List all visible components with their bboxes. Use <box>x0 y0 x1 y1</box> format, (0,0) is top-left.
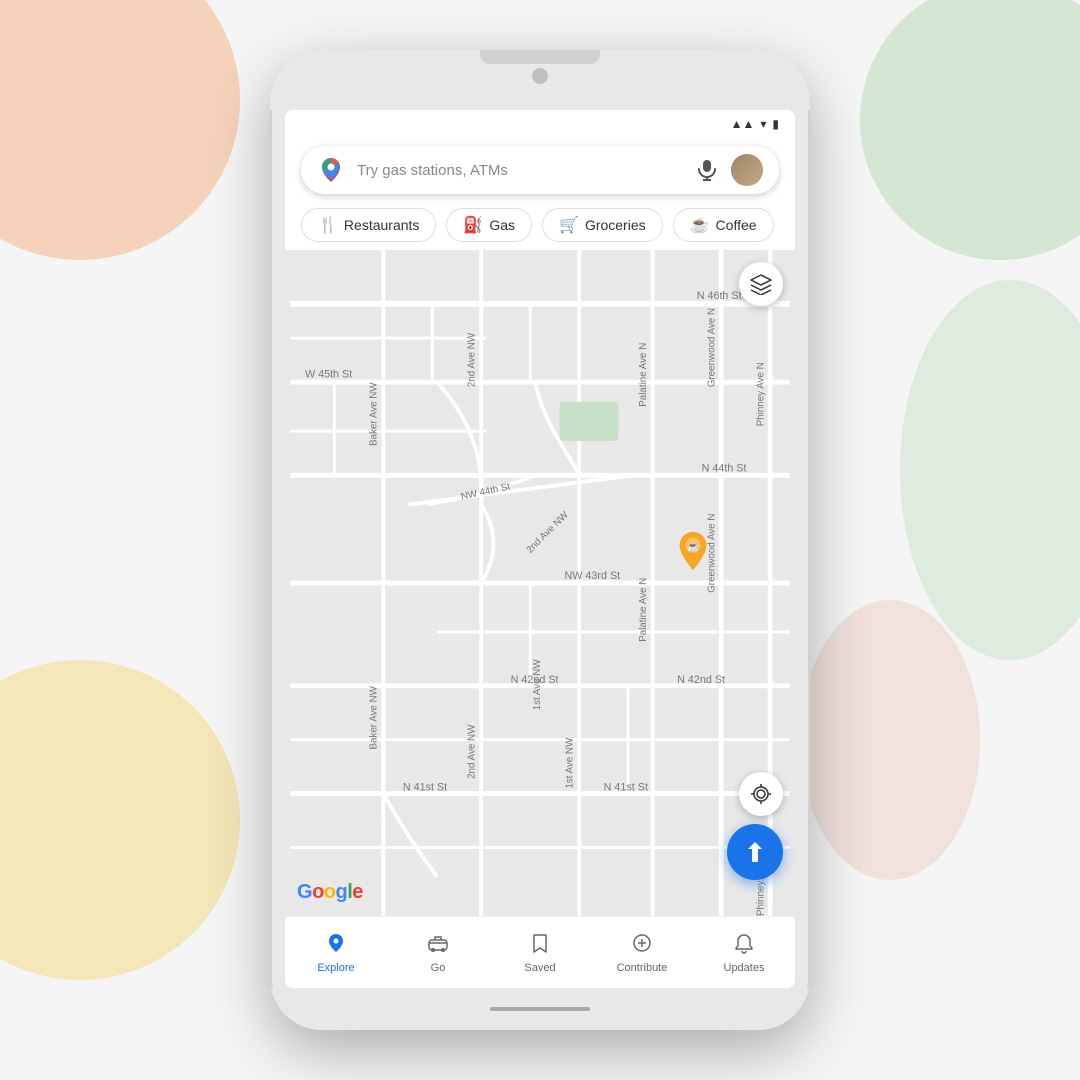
svg-text:Baker Ave NW: Baker Ave NW <box>368 382 379 446</box>
svg-text:Phinney Ave N: Phinney Ave N <box>755 362 766 426</box>
go-icon <box>427 932 449 960</box>
go-label: Go <box>431 962 446 974</box>
svg-text:W 45th St: W 45th St <box>305 368 352 380</box>
phone-camera <box>532 68 548 84</box>
search-input-container[interactable]: Try gas stations, ATMs <box>301 146 779 194</box>
svg-text:2nd Ave NW: 2nd Ave NW <box>466 332 477 387</box>
map-area[interactable]: N 46th St W 45th St N 44th St NW 44th St… <box>285 250 795 916</box>
filter-chip-coffee[interactable]: ☕ Coffee <box>673 208 774 242</box>
coffee-pin[interactable]: ☕ <box>675 530 711 572</box>
updates-label: Updates <box>724 962 765 974</box>
battery-icon: ▮ <box>772 117 779 131</box>
gas-label: Gas <box>489 217 515 233</box>
phone-notch <box>480 50 600 64</box>
bg-blob-orange <box>0 0 240 260</box>
phone-frame: ▲▲ ▾ ▮ <box>270 50 810 1030</box>
google-o-red: o <box>312 881 324 903</box>
mic-icon[interactable] <box>695 158 719 182</box>
user-avatar[interactable] <box>731 154 763 186</box>
google-e-red: e <box>352 881 363 903</box>
coffee-label: Coffee <box>716 217 757 233</box>
location-icon <box>750 783 772 805</box>
pin-svg: ☕ <box>675 530 711 572</box>
filter-chip-groceries[interactable]: 🛒 Groceries <box>542 208 663 242</box>
signal-icon: ▲▲ <box>731 117 755 131</box>
groceries-label: Groceries <box>585 217 646 233</box>
directions-button[interactable] <box>727 824 783 880</box>
svg-text:1st Ave NW: 1st Ave NW <box>532 659 543 711</box>
svg-text:NW 43rd St: NW 43rd St <box>564 570 620 582</box>
svg-text:☕: ☕ <box>686 540 699 553</box>
phone-screen: ▲▲ ▾ ▮ <box>285 110 795 988</box>
directions-icon <box>743 840 767 864</box>
filter-row: 🍴 Restaurants ⛽ Gas 🛒 Groceries ☕ Coffee <box>285 202 795 250</box>
contribute-icon <box>631 932 653 960</box>
svg-text:Baker Ave NW: Baker Ave NW <box>368 685 379 749</box>
google-maps-logo <box>317 156 345 184</box>
svg-text:1st Ave NW: 1st Ave NW <box>564 737 575 789</box>
restaurants-icon: 🍴 <box>318 215 338 235</box>
status-icons: ▲▲ ▾ ▮ <box>731 117 779 131</box>
updates-icon <box>733 932 755 960</box>
search-bar: Try gas stations, ATMs <box>285 138 795 202</box>
explore-label: Explore <box>317 962 354 974</box>
coffee-filter-icon: ☕ <box>690 215 710 235</box>
home-indicator <box>490 1007 590 1011</box>
nav-item-go[interactable]: Go <box>403 928 473 978</box>
restaurants-label: Restaurants <box>344 217 419 233</box>
avatar-image <box>731 154 763 186</box>
bg-blob-green-right <box>900 280 1080 660</box>
saved-icon <box>529 932 551 960</box>
google-logo: Google <box>297 881 363 904</box>
svg-text:N 44th St: N 44th St <box>702 462 747 474</box>
svg-text:N 41st St: N 41st St <box>604 782 648 794</box>
nav-item-contribute[interactable]: Contribute <box>607 928 677 978</box>
svg-text:Greenwood Ave N: Greenwood Ave N <box>706 308 717 387</box>
phone-top <box>270 50 810 110</box>
google-g-blue2: g <box>336 881 348 903</box>
map-svg: N 46th St W 45th St N 44th St NW 44th St… <box>285 250 795 916</box>
explore-icon <box>325 932 347 960</box>
svg-text:2nd Ave NW: 2nd Ave NW <box>466 724 477 779</box>
google-o-yellow: o <box>324 881 336 903</box>
svg-text:Palatine Ave N: Palatine Ave N <box>638 343 649 407</box>
bg-blob-green-top <box>860 0 1080 260</box>
svg-text:N 46th St: N 46th St <box>697 290 742 302</box>
google-g-blue: G <box>297 881 312 903</box>
nav-item-updates[interactable]: Updates <box>709 928 779 978</box>
wifi-icon: ▾ <box>760 117 766 131</box>
search-placeholder: Try gas stations, ATMs <box>357 162 683 179</box>
filter-chip-gas[interactable]: ⛽ Gas <box>446 208 532 242</box>
groceries-icon: 🛒 <box>559 215 579 235</box>
contribute-label: Contribute <box>617 962 668 974</box>
saved-label: Saved <box>524 962 555 974</box>
svg-text:N 42nd St: N 42nd St <box>677 674 725 686</box>
phone-bottom <box>270 988 810 1030</box>
layers-icon <box>750 273 772 295</box>
bg-blob-peach <box>800 600 980 880</box>
nav-item-explore[interactable]: Explore <box>301 928 371 978</box>
location-button[interactable] <box>739 772 783 816</box>
filter-chip-restaurants[interactable]: 🍴 Restaurants <box>301 208 436 242</box>
svg-text:N 41st St: N 41st St <box>403 782 447 794</box>
bg-blob-yellow <box>0 660 240 980</box>
bottom-nav: Explore Go <box>285 916 795 988</box>
svg-text:Palatine Ave N: Palatine Ave N <box>638 578 649 642</box>
map-layers-button[interactable] <box>739 262 783 306</box>
gas-icon: ⛽ <box>463 215 483 235</box>
status-bar: ▲▲ ▾ ▮ <box>285 110 795 138</box>
nav-item-saved[interactable]: Saved <box>505 928 575 978</box>
